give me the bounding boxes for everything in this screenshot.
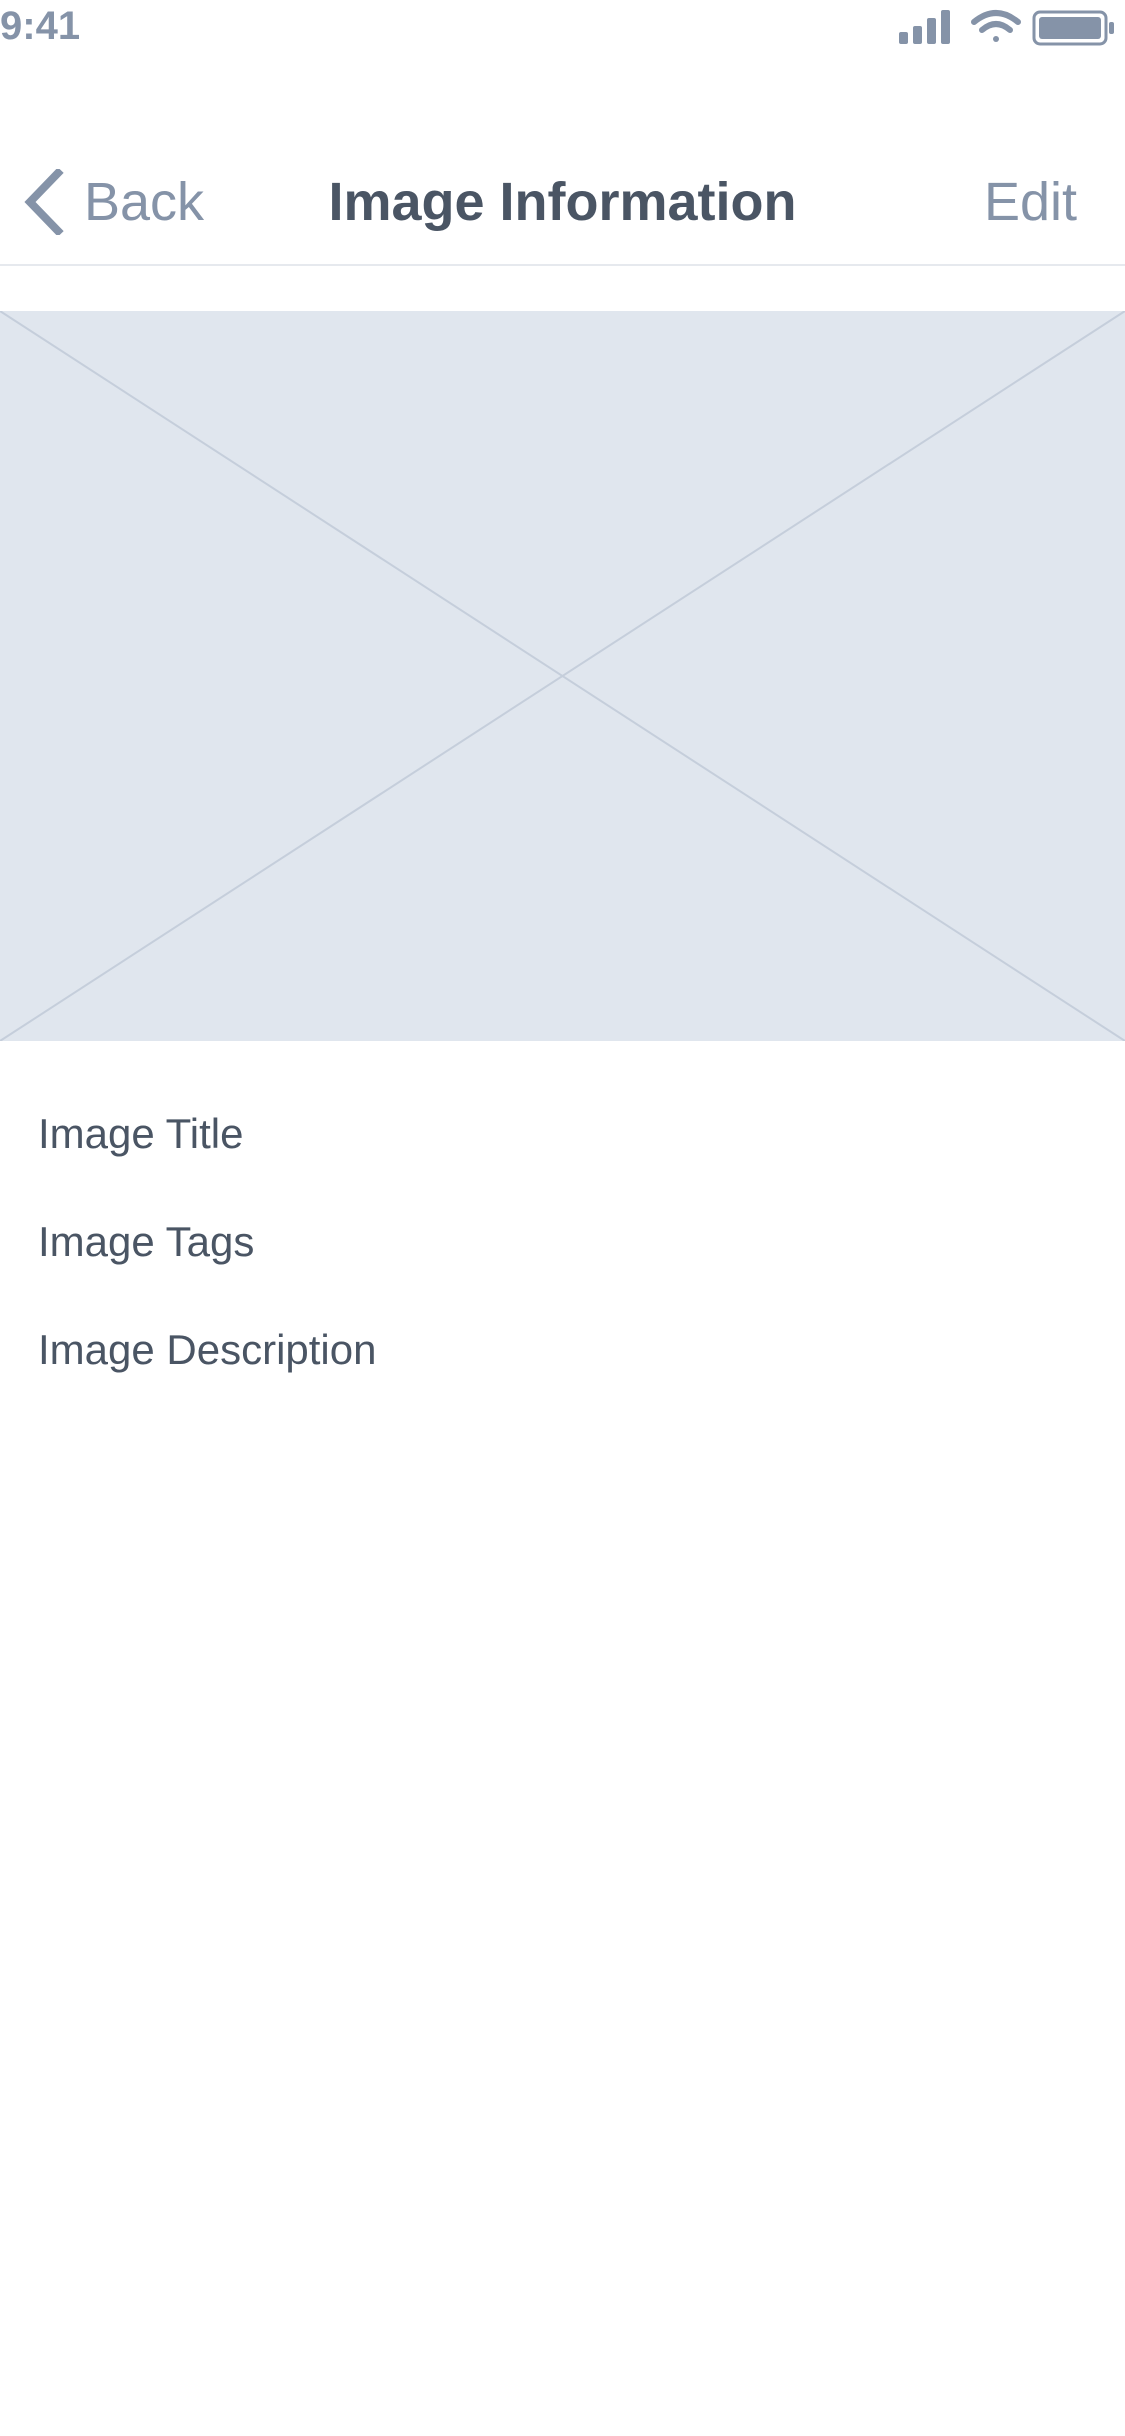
image-info-list: Image Title Image Tags Image Description xyxy=(38,1104,376,1428)
image-tags-label: Image Tags xyxy=(38,1218,255,1265)
image-placeholder-icon xyxy=(0,311,1125,1041)
edit-button[interactable]: Edit xyxy=(984,172,1077,232)
status-icons xyxy=(899,8,1119,48)
signal-icon xyxy=(899,10,950,44)
status-bar: 9:41 xyxy=(0,0,1125,60)
navigation-bar: Back Image Information Edit xyxy=(0,140,1125,266)
image-title-label: Image Title xyxy=(38,1110,244,1157)
page-title: Image Information xyxy=(328,172,797,232)
battery-icon xyxy=(1032,10,1114,46)
image-description-label: Image Description xyxy=(38,1326,377,1373)
wifi-icon xyxy=(971,10,1021,42)
status-time: 9:41 xyxy=(0,4,81,48)
image-placeholder[interactable] xyxy=(0,311,1125,1041)
